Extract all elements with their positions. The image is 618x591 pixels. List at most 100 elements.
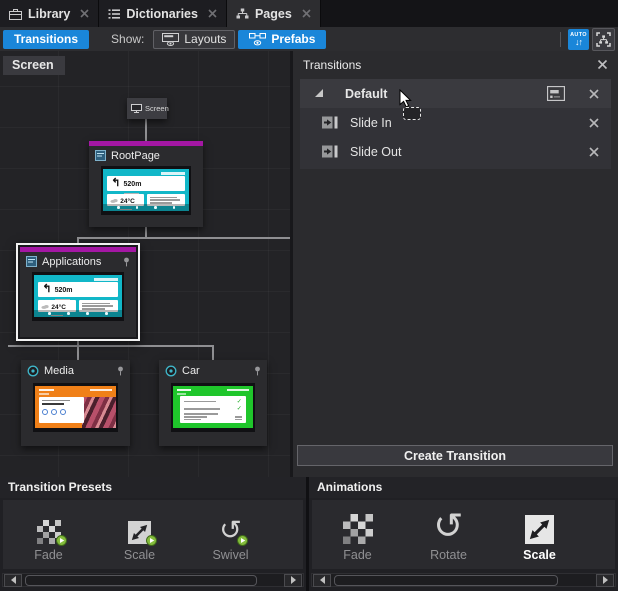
node-applications[interactable]: Applications ↰ 520m 24°C: [20, 247, 136, 337]
pages-toolbar: Transitions Show: Layouts Prefabs AUTO ↓…: [0, 27, 618, 51]
preset-fade[interactable]: Fade: [3, 507, 94, 562]
page-icon: [95, 150, 106, 161]
pin-icon[interactable]: [117, 366, 124, 376]
transition-group-default: Default Slide In: [300, 79, 611, 169]
delete-transition-icon[interactable]: [589, 118, 599, 128]
monitor-icon: [131, 104, 142, 113]
connector: [8, 345, 214, 347]
delete-group-icon[interactable]: [589, 89, 599, 99]
tab-bar: Library Dictionaries Pages: [0, 0, 618, 27]
tab-label: Dictionaries: [126, 7, 198, 21]
fit-frame-icon: [596, 32, 611, 47]
pin-icon[interactable]: [123, 257, 130, 267]
cloud-icon: [110, 198, 118, 203]
scroll-left-icon[interactable]: [313, 574, 331, 587]
toolbar-separator: [560, 32, 561, 47]
node-title: Applications: [42, 256, 101, 268]
node-thumbnail: ↰ 520m 24°C: [32, 272, 124, 321]
animation-rotate[interactable]: ↺ Rotate: [403, 507, 494, 562]
transition-item-slide-out[interactable]: Slide Out: [300, 137, 611, 166]
tab-library[interactable]: Library: [0, 0, 99, 27]
node-title: Car: [182, 365, 200, 377]
cloud-icon: [41, 304, 49, 309]
group-header-row[interactable]: Default: [300, 79, 611, 108]
green-play-badge: [237, 535, 248, 546]
preset-scale[interactable]: Scale: [94, 507, 185, 562]
delete-transition-icon[interactable]: [589, 147, 599, 157]
group-label: Default: [345, 87, 387, 101]
distance-text: 520m: [55, 287, 73, 294]
circle-icon: [27, 365, 39, 377]
node-title: Media: [44, 365, 74, 377]
canvas-tab-screen[interactable]: Screen: [3, 56, 65, 75]
show-label: Show:: [111, 32, 144, 46]
animations-panel: Animations Fade ↺ Rotate Scale: [309, 477, 618, 591]
scroll-right-icon[interactable]: [596, 574, 614, 587]
tree-icon: [236, 8, 249, 19]
pin-icon[interactable]: [254, 366, 261, 376]
node-rootpage[interactable]: RootPage ↰ 520m 24°C: [89, 141, 203, 227]
panel-title: Transition Presets: [0, 477, 306, 498]
close-icon[interactable]: [302, 9, 311, 18]
list-icon: [108, 8, 120, 20]
toolbox-icon: [9, 8, 22, 20]
node-thumbnail: [33, 383, 118, 432]
close-icon[interactable]: [208, 9, 217, 18]
tab-pages[interactable]: Pages: [227, 0, 321, 27]
transition-label: Slide Out: [350, 145, 401, 159]
animation-fade[interactable]: Fade: [312, 507, 403, 562]
animations-scrollbar[interactable]: [311, 573, 616, 587]
page-icon: [26, 256, 37, 267]
green-play-badge: [146, 535, 157, 546]
scroll-right-icon[interactable]: [284, 574, 302, 587]
slide-arrow-icon: [322, 145, 338, 158]
create-transition-button[interactable]: Create Transition: [297, 445, 613, 466]
transition-item-slide-in[interactable]: Slide In: [300, 108, 611, 137]
prefab-eye-icon: [249, 33, 266, 46]
scrollbar-thumb[interactable]: [25, 575, 257, 586]
properties-icon[interactable]: [547, 86, 565, 101]
fit-view-button[interactable]: [592, 28, 615, 51]
check-icon: ✓: [237, 406, 242, 412]
auto-layout-button[interactable]: AUTO ↓↑: [568, 29, 589, 50]
presets-scrollbar[interactable]: [2, 573, 304, 587]
pages-editor-window: Library Dictionaries Pages: [0, 0, 618, 591]
tab-label: Library: [28, 7, 70, 21]
connector: [212, 346, 214, 360]
check-icon: ✓: [237, 399, 242, 405]
prefabs-toggle-button[interactable]: Prefabs: [238, 30, 326, 49]
tab-dictionaries[interactable]: Dictionaries: [99, 0, 227, 27]
close-icon[interactable]: [597, 59, 608, 70]
node-car[interactable]: Car ✓ ✓: [159, 360, 267, 446]
square-diagonal-arrow-icon: [525, 515, 554, 544]
transitions-mode-button[interactable]: Transitions: [3, 30, 89, 49]
circle-icon: [165, 365, 177, 377]
layouts-toggle-button[interactable]: Layouts: [153, 30, 235, 49]
node-applications-selection: Applications ↰ 520m 24°C: [16, 243, 140, 341]
node-title: RootPage: [111, 150, 160, 162]
scrollbar-thumb[interactable]: [334, 575, 558, 586]
preset-swivel[interactable]: ↺ Swivel: [185, 507, 276, 562]
tab-label: Pages: [255, 7, 292, 21]
node-title: Screen: [145, 104, 169, 113]
turn-arrow-icon: ↰: [42, 284, 51, 295]
node-media[interactable]: Media: [21, 360, 130, 446]
layout-eye-icon: [162, 33, 179, 46]
connector: [145, 119, 147, 141]
node-thumbnail: ↰ 520m 24°C: [101, 166, 191, 215]
page-graph-canvas[interactable]: Screen Screen RootPage: [0, 51, 290, 477]
connector: [77, 346, 79, 360]
connector: [77, 237, 290, 239]
expander-icon[interactable]: [315, 89, 323, 97]
panel-title: Animations: [309, 477, 618, 498]
close-icon[interactable]: [80, 9, 89, 18]
rotate-icon: ↺: [433, 510, 463, 544]
transition-presets-panel: Transition Presets Fade: [0, 477, 306, 591]
panel-title: Transitions: [303, 58, 361, 72]
scroll-left-icon[interactable]: [4, 574, 22, 587]
animation-scale[interactable]: Scale: [494, 507, 585, 562]
checkerboard-icon: [343, 514, 373, 544]
node-screen[interactable]: Screen: [127, 98, 167, 119]
transition-label: Slide In: [350, 116, 392, 130]
slide-arrow-icon: [322, 116, 338, 129]
